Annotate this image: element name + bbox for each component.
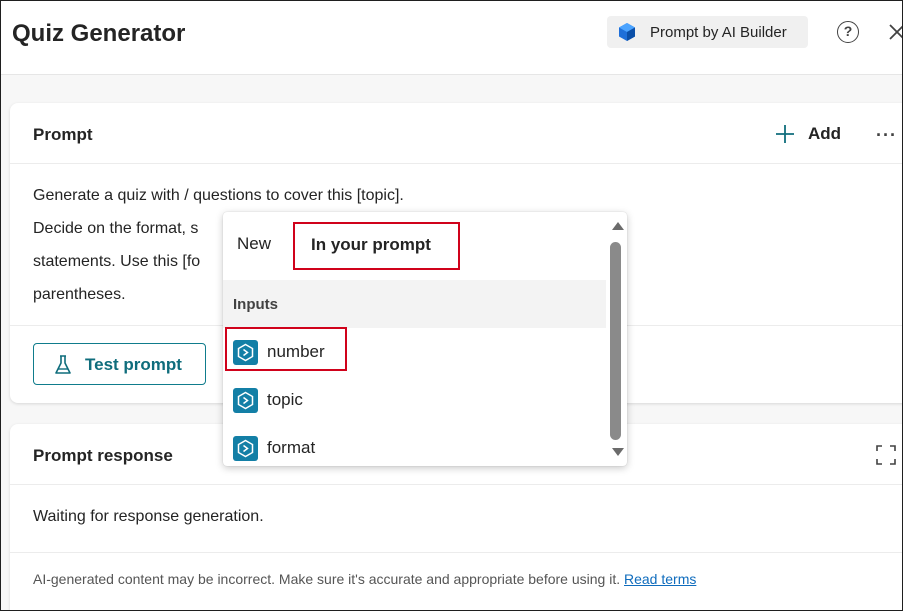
page-title: Quiz Generator bbox=[12, 20, 186, 47]
input-item-label: format bbox=[267, 438, 316, 457]
plus-icon bbox=[776, 125, 794, 143]
prompt-response-title: Prompt response bbox=[33, 446, 173, 465]
ai-disclaimer: AI-generated content may be incorrect. M… bbox=[33, 571, 696, 587]
app-window: Quiz Generator Prompt by AI Builder ? Pr… bbox=[0, 0, 903, 611]
inputs-section-header: Inputs bbox=[223, 280, 606, 328]
tab-new[interactable]: New bbox=[237, 234, 271, 254]
scrollbar-thumb[interactable] bbox=[610, 242, 621, 440]
expand-icon[interactable] bbox=[876, 445, 896, 465]
scroll-down-arrow-icon[interactable] bbox=[612, 448, 624, 456]
tab-in-your-prompt[interactable]: In your prompt bbox=[293, 222, 460, 270]
divider bbox=[10, 552, 902, 553]
divider bbox=[10, 484, 902, 485]
prompt-text-line[interactable]: parentheses. bbox=[33, 286, 126, 304]
input-item-topic[interactable]: topic bbox=[223, 376, 606, 424]
ai-builder-badge-label: Prompt by AI Builder bbox=[650, 24, 787, 41]
insert-input-popup: New In your prompt Inputs number topic f… bbox=[223, 212, 627, 466]
highlight-box bbox=[225, 327, 347, 371]
panel-header: Quiz Generator Prompt by AI Builder ? bbox=[1, 1, 902, 75]
add-button-label: Add bbox=[808, 124, 842, 143]
test-prompt-label: Test prompt bbox=[85, 355, 182, 374]
prompt-text-line[interactable]: Decide on the format, s bbox=[33, 220, 198, 238]
input-item-label: topic bbox=[267, 390, 303, 409]
close-icon[interactable] bbox=[888, 23, 903, 41]
ai-builder-badge[interactable]: Prompt by AI Builder bbox=[607, 16, 808, 48]
input-variable-icon bbox=[233, 436, 258, 461]
prompt-card-title: Prompt bbox=[33, 125, 93, 144]
scroll-up-arrow-icon[interactable] bbox=[612, 222, 624, 230]
ai-builder-logo-icon bbox=[619, 23, 635, 41]
flask-icon bbox=[55, 355, 71, 374]
read-terms-link[interactable]: Read terms bbox=[624, 571, 696, 587]
test-prompt-button[interactable]: Test prompt bbox=[33, 343, 206, 385]
input-variable-icon bbox=[233, 388, 258, 413]
more-options-icon[interactable]: ··· bbox=[876, 125, 897, 146]
divider bbox=[10, 163, 902, 164]
inputs-section-label: Inputs bbox=[233, 296, 278, 313]
tab-in-your-prompt-label: In your prompt bbox=[311, 235, 431, 254]
popup-scrollbar[interactable] bbox=[606, 220, 627, 458]
prompt-text-line[interactable]: statements. Use this [fo bbox=[33, 253, 200, 271]
disclaimer-text: AI-generated content may be incorrect. M… bbox=[33, 571, 621, 587]
response-status-text: Waiting for response generation. bbox=[33, 508, 264, 525]
prompt-text-line[interactable]: Generate a quiz with / questions to cove… bbox=[33, 187, 404, 205]
input-item-format[interactable]: format bbox=[223, 424, 606, 472]
help-icon[interactable]: ? bbox=[837, 21, 859, 43]
